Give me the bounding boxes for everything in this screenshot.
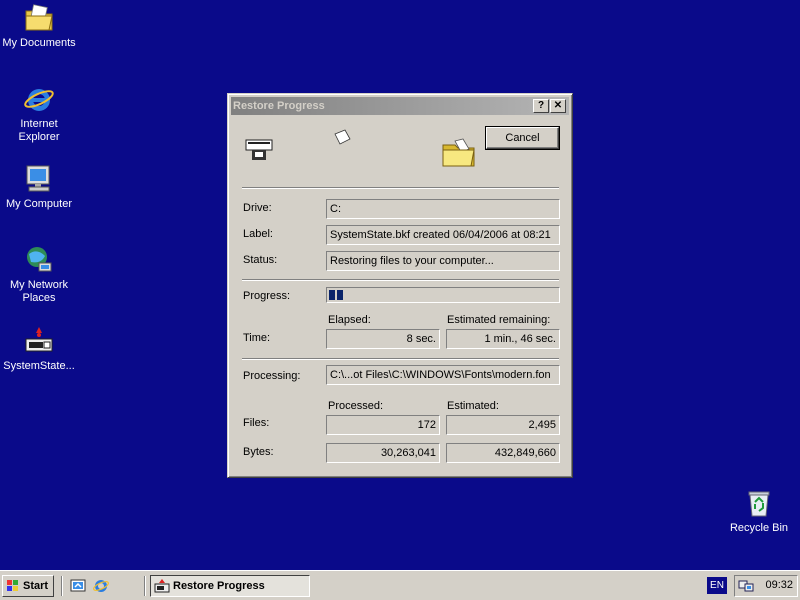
desktop-icon-my-computer[interactable]: My Computer: [0, 163, 79, 211]
desktop-icon-label: My Computer: [5, 198, 73, 210]
system-tray: 09:32: [734, 575, 798, 597]
start-label: Start: [23, 580, 49, 592]
recycle-bin-icon: [748, 491, 770, 517]
desktop-icon-my-network-places[interactable]: My Network Places: [0, 244, 79, 305]
label-value: SystemState.bkf created 06/04/2006 at 08…: [326, 225, 560, 245]
progress-segment: [329, 290, 335, 300]
desktop-icon-label: Internet Explorer: [18, 118, 60, 143]
elapsed-header: Elapsed:: [328, 314, 371, 326]
desktop-icon-my-documents[interactable]: My Documents: [0, 2, 79, 50]
network-places-icon: [27, 247, 52, 272]
destination-folder-icon: [442, 138, 475, 167]
desktop-icon-label: Recycle Bin: [729, 522, 789, 534]
remaining-value: 1 min., 46 sec.: [446, 329, 560, 349]
help-button[interactable]: ?: [533, 99, 549, 113]
taskbar: Start Restore Progress 09:32: [0, 570, 800, 600]
progress-label: Progress:: [243, 290, 291, 302]
separator: [242, 358, 559, 360]
bytes-label: Bytes:: [243, 446, 274, 458]
bytes-estimated-value: 432,849,660: [446, 443, 560, 463]
desktop-icon-recycle-bin[interactable]: Recycle Bin: [719, 487, 799, 535]
start-button[interactable]: Start: [2, 575, 54, 597]
status-label: Status:: [243, 254, 278, 266]
taskbar-button-restore-progress[interactable]: Restore Progress: [150, 575, 310, 597]
computer-icon: [26, 165, 50, 192]
remaining-header: Estimated remaining:: [447, 314, 551, 326]
show-desktop-icon[interactable]: [69, 577, 87, 595]
toolbar-grip: [61, 576, 63, 596]
flying-paper-icon: [334, 129, 351, 145]
processing-label: Processing:: [243, 370, 301, 382]
files-processed-value: 172: [326, 415, 440, 435]
progress-bar-fill: [329, 290, 345, 300]
internet-explorer-quicklaunch-icon[interactable]: [92, 577, 110, 595]
internet-explorer-icon: [24, 89, 54, 111]
restore-progress-dialog: Restore Progress ? ✕ Cancel Drive: C: La…: [227, 93, 573, 478]
dialog-title-bar[interactable]: Restore Progress ? ✕: [231, 97, 569, 115]
computer-drive-icon: [245, 139, 273, 160]
folder-documents-icon: [25, 4, 53, 31]
status-value: Restoring files to your computer...: [326, 251, 560, 271]
language-indicator[interactable]: EN: [707, 577, 727, 594]
desktop-icon-label: My Network Places: [9, 279, 69, 304]
cancel-button[interactable]: Cancel: [486, 127, 559, 149]
drive-label: Drive:: [243, 202, 272, 214]
time-label: Time:: [243, 332, 271, 344]
estimated-header: Estimated:: [447, 400, 499, 412]
dialog-title: Restore Progress: [233, 100, 325, 112]
progress-segment: [337, 290, 343, 300]
files-estimated-value: 2,495: [446, 415, 560, 435]
backup-app-icon: [154, 579, 170, 593]
label-label: Label:: [243, 228, 273, 240]
windows-logo-icon: [7, 580, 18, 591]
separator: [242, 279, 559, 281]
elapsed-value: 8 sec.: [326, 329, 440, 349]
separator: [242, 187, 559, 189]
close-button[interactable]: ✕: [550, 99, 566, 113]
drive-value: C:: [326, 199, 560, 219]
progress-bar: [326, 287, 560, 303]
clock[interactable]: 09:32: [765, 579, 793, 591]
toolbar-grip: [144, 576, 146, 596]
desktop-icon-label: SystemState...: [3, 360, 75, 372]
processing-value: C:\...ot Files\C:\WINDOWS\Fonts\modern.f…: [326, 365, 560, 385]
desktop-icon-systemstate-backup[interactable]: SystemState...: [0, 325, 79, 373]
files-label: Files:: [243, 417, 270, 429]
backup-file-icon: [25, 327, 53, 352]
task-label: Restore Progress: [173, 580, 265, 592]
bytes-processed-value: 30,263,041: [326, 443, 440, 463]
processed-header: Processed:: [328, 400, 384, 412]
network-connection-icon[interactable]: [738, 578, 754, 594]
desktop-icon-label: My Documents: [2, 37, 76, 49]
desktop-icon-internet-explorer[interactable]: Internet Explorer: [0, 83, 79, 144]
